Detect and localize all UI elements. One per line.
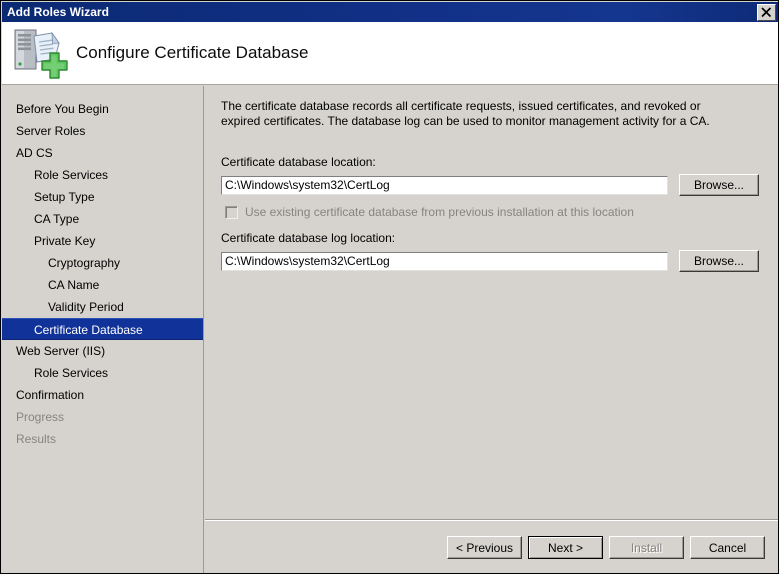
use-existing-database-checkbox[interactable]	[225, 205, 238, 219]
log-location-input[interactable]	[221, 251, 668, 271]
sidebar-item-private-key[interactable]: Private Key	[2, 230, 203, 252]
log-location-browse-button[interactable]: Browse...	[679, 250, 759, 272]
titlebar: Add Roles Wizard	[2, 2, 778, 22]
sidebar-item-role-services[interactable]: Role Services	[2, 164, 203, 186]
cancel-button[interactable]: Cancel	[690, 536, 765, 559]
sidebar-item-server-roles[interactable]: Server Roles	[2, 120, 203, 142]
use-existing-database-row[interactable]: Use existing certificate database from p…	[225, 205, 767, 219]
sidebar-item-ad-cs[interactable]: AD CS	[2, 142, 203, 164]
sidebar-item-before-you-begin[interactable]: Before You Begin	[2, 98, 203, 120]
content-panel: The certificate database records all cer…	[205, 86, 778, 519]
page-title: Configure Certificate Database	[76, 43, 309, 62]
sidebar-item-progress: Progress	[16, 410, 65, 424]
sidebar-item-validity-period[interactable]: Validity Period	[2, 296, 203, 318]
wizard-step-nav: Before You Begin Server Roles AD CS Role Se…	[2, 86, 204, 573]
add-roles-wizard-window: Add Roles Wizard Configure Certificate D…	[0, 0, 779, 574]
sidebar-item-cryptography[interactable]: Cryptography	[2, 252, 203, 274]
sidebar-item-role-services[interactable]: Role Services	[2, 362, 203, 384]
sidebar-item-web-server-iis[interactable]: Web Server (IIS)	[2, 340, 203, 362]
use-existing-database-label: Use existing certificate database from p…	[245, 205, 634, 219]
sidebar-item-setup-type[interactable]: Setup Type	[2, 186, 203, 208]
database-location-label: Certificate database location:	[221, 155, 376, 169]
sidebar-item-results: Results	[16, 432, 57, 446]
previous-button[interactable]: < Previous	[447, 536, 522, 559]
titlebar-buttons	[757, 3, 778, 21]
database-location-browse-button[interactable]: Browse...	[679, 174, 759, 196]
log-location-label: Certificate database log location:	[221, 231, 396, 245]
database-location-row: Browse...	[221, 174, 767, 196]
close-button[interactable]	[757, 3, 776, 21]
sidebar-item-ca-type[interactable]: CA Type	[2, 208, 203, 230]
footer-button-bar: < Previous Next > Install Cancel	[205, 521, 778, 573]
sidebar-item-confirmation[interactable]: Confirmation	[2, 384, 203, 406]
log-location-row: Browse...	[221, 250, 767, 272]
database-location-input[interactable]	[221, 175, 668, 195]
window-title: Add Roles Wizard	[7, 5, 109, 19]
sidebar-item-certificate-database[interactable]: Certificate Database	[2, 318, 203, 340]
server-certificate-add-icon	[12, 27, 68, 79]
next-button[interactable]: Next >	[528, 536, 603, 559]
description-text: The certificate database records all cer…	[221, 99, 710, 128]
install-button: Install	[609, 536, 684, 559]
wizard-header: Configure Certificate Database	[2, 22, 778, 85]
sidebar-item-ca-name[interactable]: CA Name	[2, 274, 203, 296]
close-icon	[761, 6, 772, 17]
